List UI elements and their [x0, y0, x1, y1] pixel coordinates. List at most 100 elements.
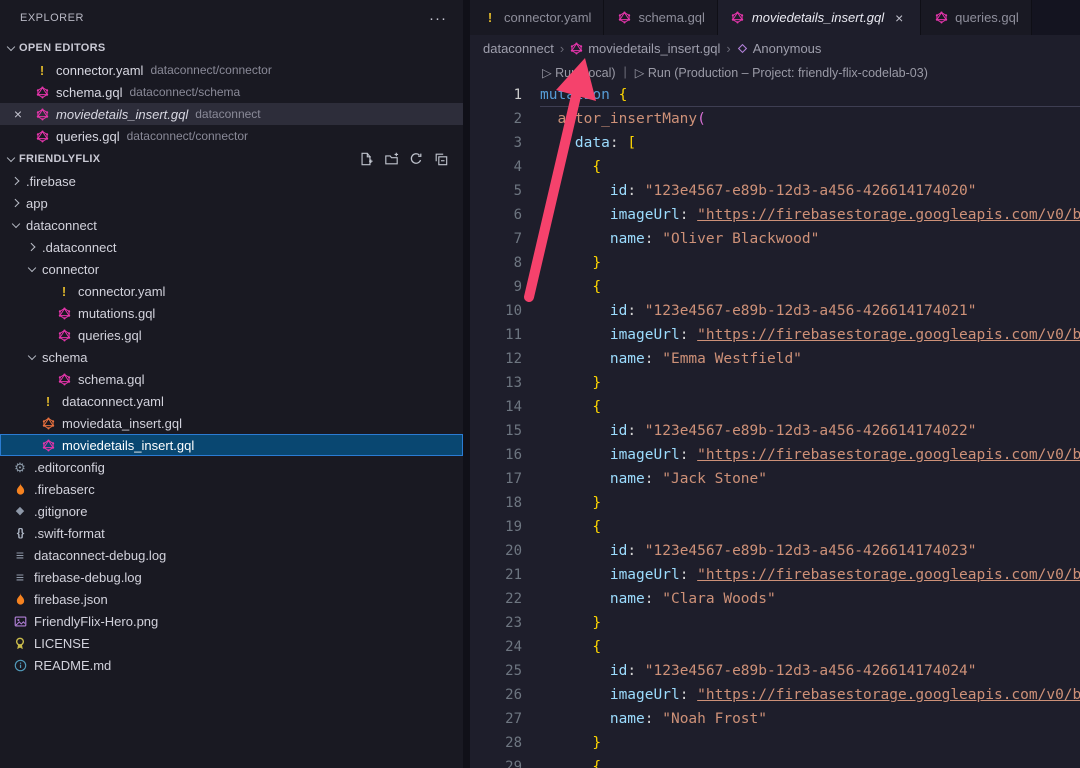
tree-item-schema.gql[interactable]: schema.gql — [0, 368, 463, 390]
code-line-4[interactable]: 4 { — [470, 155, 1080, 179]
open-editor-label: moviedetails_insert.gql — [56, 107, 188, 122]
code-text: { — [540, 275, 1080, 299]
tree-item-LICENSE[interactable]: LICENSE — [0, 632, 463, 654]
line-number: 17 — [470, 467, 522, 491]
log-icon: ≡ — [12, 569, 28, 585]
code-text: } — [540, 251, 1080, 275]
tab-queries.gql[interactable]: queries.gql — [921, 0, 1032, 35]
tree-item-schema[interactable]: schema — [0, 346, 463, 368]
line-number: 1 — [470, 83, 522, 107]
run-production-link[interactable]: ▷ Run (Production – Project: friendly-fl… — [635, 65, 928, 80]
info-icon — [12, 657, 28, 673]
breadcrumb-item-dataconnect[interactable]: dataconnect — [483, 41, 554, 56]
open-editors-header[interactable]: OPEN EDITORS — [0, 36, 463, 59]
code-line-11[interactable]: 11 imageUrl: "https://firebasestorage.go… — [470, 323, 1080, 347]
code-line-6[interactable]: 6 imageUrl: "https://firebasestorage.goo… — [470, 203, 1080, 227]
code-line-8[interactable]: 8 } — [470, 251, 1080, 275]
tab-moviedetails_insert.gql[interactable]: moviedetails_insert.gql× — [718, 0, 921, 35]
code-line-12[interactable]: 12 name: "Emma Westfield" — [470, 347, 1080, 371]
code-line-7[interactable]: 7 name: "Oliver Blackwood" — [470, 227, 1080, 251]
chevron-down-icon — [3, 38, 19, 58]
code-text: } — [540, 491, 1080, 515]
open-editor-schema.gql[interactable]: schema.gqldataconnect/schema — [0, 81, 463, 103]
code-line-22[interactable]: 22 name: "Clara Woods" — [470, 587, 1080, 611]
code-line-25[interactable]: 25 id: "123e4567-e89b-12d3-a456-42661417… — [470, 659, 1080, 683]
more-actions-icon[interactable]: ··· — [429, 10, 447, 27]
tree-item-queries.gql[interactable]: queries.gql — [0, 324, 463, 346]
tree-item-dataconnect.yaml[interactable]: !dataconnect.yaml — [0, 390, 463, 412]
tree-item-.firebaserc[interactable]: .firebaserc — [0, 478, 463, 500]
line-number: 20 — [470, 539, 522, 563]
collapse-all-icon[interactable] — [433, 151, 449, 167]
new-folder-icon[interactable] — [383, 151, 399, 167]
run-local-link[interactable]: ▷ Run (local) — [542, 65, 616, 80]
code-line-26[interactable]: 26 imageUrl: "https://firebasestorage.go… — [470, 683, 1080, 707]
code-line-27[interactable]: 27 name: "Noah Frost" — [470, 707, 1080, 731]
tree-item-firebase.json[interactable]: firebase.json — [0, 588, 463, 610]
chevron-down-icon — [8, 215, 24, 235]
tree-item-label: firebase-debug.log — [34, 570, 142, 585]
tree-item-.editorconfig[interactable]: ⚙.editorconfig — [0, 456, 463, 478]
tree-item-.dataconnect[interactable]: .dataconnect — [0, 236, 463, 258]
tree-item-label: app — [26, 196, 48, 211]
graphql-icon — [40, 437, 56, 453]
code-line-3[interactable]: 3 data: [ — [470, 131, 1080, 155]
code-line-16[interactable]: 16 imageUrl: "https://firebasestorage.go… — [470, 443, 1080, 467]
code-line-29[interactable]: 29 { — [470, 755, 1080, 768]
tree-item-.gitignore[interactable]: ◆.gitignore — [0, 500, 463, 522]
refresh-icon[interactable] — [408, 151, 424, 167]
open-editor-description: dataconnect/connector — [150, 63, 271, 77]
breadcrumb-item-Anonymous[interactable]: Anonymous — [737, 41, 822, 56]
tree-item-README.md[interactable]: README.md — [0, 654, 463, 676]
sidebar-editor-divider[interactable] — [463, 0, 470, 768]
code-line-5[interactable]: 5 id: "123e4567-e89b-12d3-a456-426614174… — [470, 179, 1080, 203]
chevron-right-icon — [8, 193, 24, 213]
tree-item-moviedetails_insert.gql[interactable]: moviedetails_insert.gql — [0, 434, 463, 456]
code-line-20[interactable]: 20 id: "123e4567-e89b-12d3-a456-42661417… — [470, 539, 1080, 563]
code-line-15[interactable]: 15 id: "123e4567-e89b-12d3-a456-42661417… — [470, 419, 1080, 443]
tab-schema.gql[interactable]: schema.gql — [604, 0, 717, 35]
tree-item-mutations.gql[interactable]: mutations.gql — [0, 302, 463, 324]
code-line-1[interactable]: 1mutation { — [470, 83, 1080, 107]
code-text: name: "Clara Woods" — [540, 587, 1080, 611]
tree-item-moviedata_insert.gql[interactable]: moviedata_insert.gql — [0, 412, 463, 434]
open-editor-queries.gql[interactable]: queries.gqldataconnect/connector — [0, 125, 463, 147]
tree-item-FriendlyFlix-Hero.png[interactable]: FriendlyFlix-Hero.png — [0, 610, 463, 632]
code-line-17[interactable]: 17 name: "Jack Stone" — [470, 467, 1080, 491]
tree-item-dataconnect-debug.log[interactable]: ≡dataconnect-debug.log — [0, 544, 463, 566]
code-editor[interactable]: ▷ Run (local) | ▷ Run (Production – Proj… — [470, 61, 1080, 768]
line-number: 7 — [470, 227, 522, 251]
code-line-9[interactable]: 9 { — [470, 275, 1080, 299]
code-line-19[interactable]: 19 { — [470, 515, 1080, 539]
line-number: 28 — [470, 731, 522, 755]
tree-item-dataconnect[interactable]: dataconnect — [0, 214, 463, 236]
open-editor-moviedetails_insert.gql[interactable]: ×moviedetails_insert.gqldataconnect — [0, 103, 463, 125]
code-line-14[interactable]: 14 { — [470, 395, 1080, 419]
workspace-header[interactable]: FRIENDLYFLIX — [0, 147, 463, 170]
tree-item-.swift-format[interactable]: {}.swift-format — [0, 522, 463, 544]
breadcrumb-item-moviedetails_insert.gql[interactable]: moviedetails_insert.gql — [570, 41, 720, 56]
new-file-icon[interactable] — [358, 151, 374, 167]
warning-icon: ! — [482, 10, 498, 26]
code-line-10[interactable]: 10 id: "123e4567-e89b-12d3-a456-42661417… — [470, 299, 1080, 323]
tree-item-connector.yaml[interactable]: !connector.yaml — [0, 280, 463, 302]
tree-item-connector[interactable]: connector — [0, 258, 463, 280]
tree-item-label: .editorconfig — [34, 460, 105, 475]
code-line-2[interactable]: 2 actor_insertMany( — [470, 107, 1080, 131]
close-editor-icon[interactable]: × — [10, 106, 26, 122]
code-line-23[interactable]: 23 } — [470, 611, 1080, 635]
code-line-28[interactable]: 28 } — [470, 731, 1080, 755]
diamond-icon: ◆ — [12, 503, 28, 519]
code-text: { — [540, 155, 1080, 179]
tree-item-app[interactable]: app — [0, 192, 463, 214]
close-tab-icon[interactable]: × — [890, 10, 908, 26]
open-editor-connector.yaml[interactable]: !connector.yamldataconnect/connector — [0, 59, 463, 81]
code-line-18[interactable]: 18 } — [470, 491, 1080, 515]
code-line-13[interactable]: 13 } — [470, 371, 1080, 395]
code-line-24[interactable]: 24 { — [470, 635, 1080, 659]
tab-connector.yaml[interactable]: !connector.yaml — [470, 0, 604, 35]
line-number: 29 — [470, 755, 522, 768]
code-line-21[interactable]: 21 imageUrl: "https://firebasestorage.go… — [470, 563, 1080, 587]
tree-item-.firebase[interactable]: .firebase — [0, 170, 463, 192]
tree-item-firebase-debug.log[interactable]: ≡ firebase-debug.log — [0, 566, 463, 588]
